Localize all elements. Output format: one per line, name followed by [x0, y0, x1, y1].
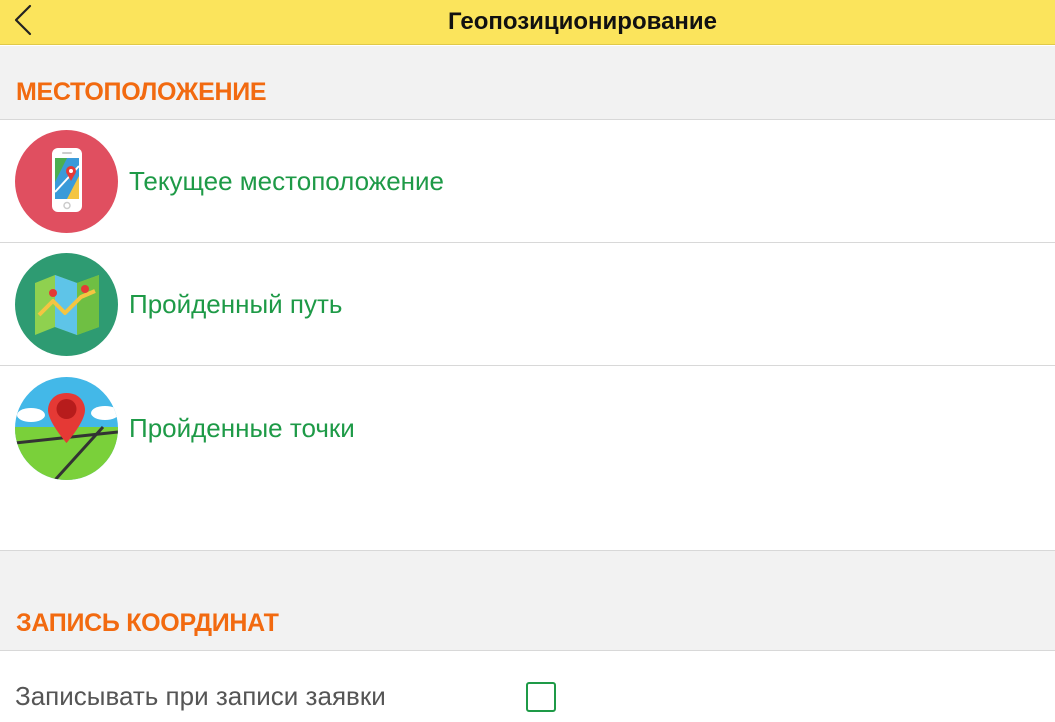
list-item-label: Пройденные точки [129, 413, 355, 443]
list-item-traveled-points[interactable]: Пройденные точки [0, 367, 1055, 490]
list-item-label: Текущее местоположение [129, 166, 444, 196]
map-pin-icon [15, 377, 118, 480]
phone-map-icon [15, 130, 118, 233]
folded-map-icon [15, 253, 118, 356]
record-with-request-checkbox[interactable] [526, 682, 556, 712]
list-item-current-location[interactable]: Текущее местоположение [0, 120, 1055, 243]
section-header-coordinate-recording: ЗАПИСЬ КООРДИНАТ [0, 550, 1055, 651]
page-title: Геопозиционирование [447, 8, 718, 35]
chevron-left-icon [12, 3, 34, 42]
app-header: Геопозиционирование [0, 0, 1055, 45]
list-item-traveled-path[interactable]: Пройденный путь [0, 243, 1055, 366]
back-button[interactable] [12, 2, 56, 42]
section-header-location: МЕСТОПОЛОЖЕНИЕ [0, 46, 1055, 120]
section-title: МЕСТОПОЛОЖЕНИЕ [16, 78, 267, 106]
section-title: ЗАПИСЬ КООРДИНАТ [16, 609, 279, 637]
list-item-label: Пройденный путь [129, 289, 343, 319]
record-with-request-label: Записывать при записи заявки [15, 681, 386, 711]
